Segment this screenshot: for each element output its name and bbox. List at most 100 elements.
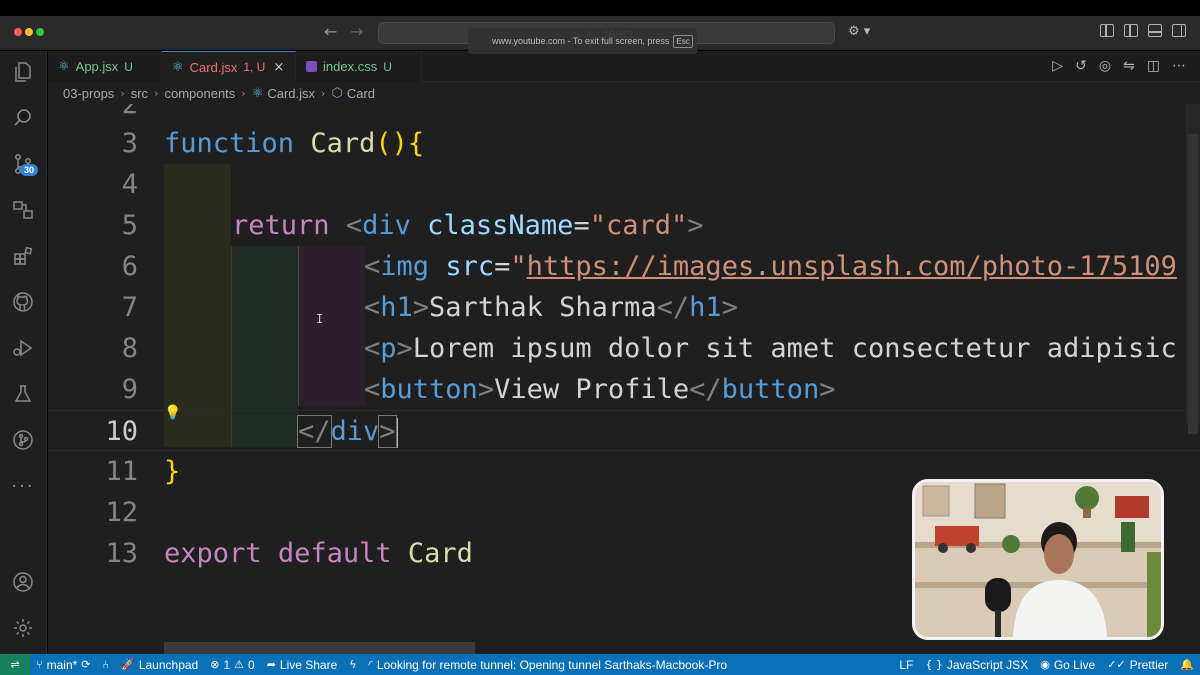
- toggle-sidebar-icon[interactable]: [1124, 24, 1138, 37]
- run-debug-icon[interactable]: [10, 335, 36, 361]
- warning-count: 0: [248, 657, 255, 672]
- code-line: 3 function Card(){: [48, 123, 1200, 164]
- back-arrow-icon[interactable]: ←: [324, 22, 337, 41]
- prettier-status[interactable]: ✓✓ Prettier: [1101, 658, 1174, 672]
- rocket-icon: 🚀: [121, 658, 135, 671]
- lightbulb-icon[interactable]: 💡: [164, 405, 181, 421]
- go-live-label: Go Live: [1053, 657, 1096, 672]
- explorer-icon[interactable]: [10, 59, 36, 85]
- error-count: 1: [223, 657, 231, 672]
- timeline-icon[interactable]: ↺: [1075, 58, 1087, 74]
- code-text: function Card(){: [164, 128, 425, 159]
- line-number: 4: [121, 169, 138, 200]
- git-graph-icon[interactable]: [10, 427, 36, 453]
- toggle-panel-icon[interactable]: [1148, 24, 1162, 37]
- error-icon: ⊗: [210, 658, 220, 671]
- code-text: <button>View Profile</button>: [364, 374, 836, 405]
- status-bar-right: LF { } JavaScript JSX ◉ Go Live ✓✓ Prett…: [893, 654, 1200, 675]
- image-url-link[interactable]: https://images.unsplash.com/photo-175109: [527, 251, 1177, 282]
- language-mode[interactable]: { } JavaScript JSX: [919, 658, 1034, 672]
- more-icon[interactable]: ···: [10, 473, 36, 499]
- broadcast-icon: ◉: [1040, 658, 1050, 671]
- breadcrumb-item[interactable]: src: [131, 86, 148, 101]
- code-line: 5 return <div className="card">: [48, 205, 1200, 246]
- fullscreen-hint-tooltip: www.youtube.com - To exit full screen, p…: [468, 28, 697, 54]
- copilot-icon[interactable]: ◎: [1099, 58, 1111, 74]
- git-branch-icon: ⑂: [36, 658, 43, 671]
- remote-indicator-icon[interactable]: ⇌: [0, 654, 30, 675]
- close-window-button[interactable]: [14, 28, 22, 36]
- mouse-ibeam-cursor: I: [316, 312, 324, 326]
- code-text: <img src="https://images.unsplash.com/ph…: [364, 251, 1177, 282]
- tab-index-css[interactable]: index.css U: [296, 51, 422, 82]
- settings-gear-icon[interactable]: [10, 615, 36, 641]
- bolt-status[interactable]: ϟ: [343, 658, 362, 671]
- code-line: 2: [48, 104, 1200, 125]
- prettier-label: Prettier: [1129, 657, 1169, 672]
- horizontal-scrollbar[interactable]: [164, 642, 475, 654]
- line-number: 8: [121, 333, 138, 364]
- toggle-secondary-sidebar-icon[interactable]: [1172, 24, 1186, 37]
- branch-name: main*: [46, 657, 78, 672]
- breadcrumb-item[interactable]: Card.jsx: [267, 86, 315, 101]
- scrollbar-thumb[interactable]: [1188, 134, 1198, 434]
- close-tab-icon[interactable]: ×: [273, 60, 284, 75]
- editor-actions: ▷ ↺ ◎ ⇋ ◫ ⋯: [1052, 58, 1186, 74]
- split-editor-icon[interactable]: ◫: [1147, 58, 1160, 74]
- more-actions-icon[interactable]: ⋯: [1172, 58, 1186, 74]
- testing-flask-icon[interactable]: [10, 381, 36, 407]
- code-line: 8 <p>Lorem ipsum dolor sit amet consecte…: [48, 328, 1200, 369]
- git-graph-status[interactable]: ⑃: [97, 658, 116, 671]
- tab-card-jsx[interactable]: ⚛ Card.jsx 1, U ×: [162, 51, 296, 82]
- remote-explorer-icon[interactable]: [10, 197, 36, 223]
- layout-controls: [1100, 24, 1186, 37]
- loading-spinner-icon: ◜: [368, 658, 373, 671]
- code-text: </div>: [297, 415, 398, 448]
- forward-arrow-icon[interactable]: →: [350, 22, 363, 41]
- eol-indicator[interactable]: LF: [893, 658, 919, 672]
- copilot-menu-icon[interactable]: ⚙ ▾: [848, 24, 870, 39]
- compare-changes-icon[interactable]: ⇋: [1123, 58, 1135, 74]
- fullscreen-hint-text: www.youtube.com - To exit full screen, p…: [492, 36, 670, 46]
- breadcrumb-item[interactable]: components: [164, 86, 235, 101]
- live-share-button[interactable]: ➦ Live Share: [261, 658, 344, 672]
- react-file-icon: ⚛: [58, 59, 70, 74]
- extensions-icon[interactable]: [10, 243, 36, 269]
- react-file-icon: ⚛: [172, 59, 184, 75]
- language-label: JavaScript JSX: [946, 657, 1029, 672]
- zoom-window-button[interactable]: [36, 28, 44, 36]
- current-code-line: 10 </div>: [48, 410, 1200, 451]
- line-number: 13: [105, 538, 138, 569]
- notifications-button[interactable]: 🔔: [1174, 658, 1200, 671]
- launchpad-label: Launchpad: [138, 657, 199, 672]
- breadcrumb-item[interactable]: Card: [347, 86, 375, 101]
- breadcrumb-item[interactable]: 03-props: [63, 86, 114, 101]
- tab-git-status: U: [383, 59, 392, 74]
- line-number: 3: [121, 128, 138, 159]
- presenter-video-image: [915, 482, 1161, 637]
- line-number: 10: [105, 416, 138, 447]
- sync-icon[interactable]: ⟳: [81, 658, 90, 671]
- toggle-primary-sidebar-icon[interactable]: [1100, 24, 1114, 37]
- tab-git-status: 1, U: [243, 60, 266, 74]
- tunnel-status[interactable]: ◜ Looking for remote tunnel: Opening tun…: [363, 658, 733, 672]
- chevron-right-icon: ›: [321, 86, 326, 100]
- minimize-window-button[interactable]: [25, 28, 33, 36]
- double-check-icon: ✓✓: [1107, 658, 1126, 671]
- github-icon[interactable]: [10, 289, 36, 315]
- tunnel-status-text: Looking for remote tunnel: Opening tunne…: [376, 657, 728, 672]
- line-number: 12: [105, 497, 138, 528]
- launchpad-button[interactable]: 🚀 Launchpad: [115, 658, 204, 672]
- account-icon[interactable]: [10, 569, 36, 595]
- vertical-scrollbar[interactable]: [1186, 104, 1200, 434]
- branch-indicator[interactable]: ⑂ main* ⟳: [30, 658, 97, 672]
- tab-app-jsx[interactable]: ⚛ App.jsx U: [48, 51, 162, 82]
- run-icon[interactable]: ▷: [1052, 58, 1063, 74]
- search-icon[interactable]: [10, 105, 36, 131]
- bolt-icon: ϟ: [349, 658, 357, 671]
- code-text: export default Card: [164, 538, 473, 569]
- problems-indicator[interactable]: ⊗ 1 ⚠ 0: [204, 658, 260, 672]
- go-live-button[interactable]: ◉ Go Live: [1034, 658, 1101, 672]
- symbol-icon: ⬡: [331, 85, 343, 101]
- status-bar: ⇌ ⑂ main* ⟳ ⑃ 🚀 Launchpad ⊗ 1 ⚠ 0 ➦ Live…: [0, 654, 1200, 675]
